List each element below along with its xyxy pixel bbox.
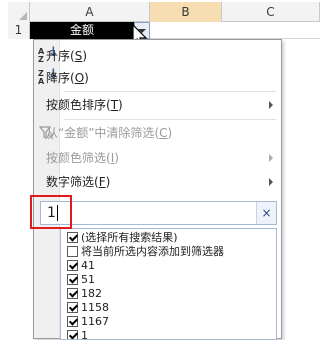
list-item-add-to-filter[interactable]: 将当前所选内容添加到筛选器: [61, 245, 276, 259]
list-item[interactable]: 51: [61, 273, 276, 287]
menu-item-label: 数字筛选(F): [46, 175, 111, 189]
list-item[interactable]: 41: [61, 259, 276, 273]
clear-search-button[interactable]: ×: [256, 202, 276, 224]
checkbox[interactable]: [67, 246, 78, 257]
list-item[interactable]: 1: [61, 329, 276, 339]
row-number[interactable]: 1: [8, 22, 30, 39]
list-item-select-all[interactable]: (选择所有搜索结果): [61, 231, 276, 245]
menu-item-label: 降序(O): [46, 71, 89, 85]
row-1: 1 金额: [8, 22, 320, 39]
checkbox[interactable]: [67, 302, 78, 313]
checkbox[interactable]: [67, 260, 78, 271]
column-header-b[interactable]: B: [150, 2, 222, 22]
checkbox[interactable]: [67, 232, 78, 243]
column-header-row: A B C: [8, 2, 320, 22]
text-caret: [57, 205, 58, 221]
menu-separator: [64, 91, 276, 92]
column-header-c[interactable]: C: [222, 2, 320, 22]
list-item[interactable]: 1167: [61, 315, 276, 329]
cell-a1[interactable]: 金额: [30, 22, 134, 39]
menu-item-sort-ascending[interactable]: A Z ↓ 升序(S): [34, 45, 281, 67]
filter-values-list: (选择所有搜索结果) 将当前所选内容添加到筛选器 41 51 182 1158 …: [60, 228, 277, 340]
checkbox[interactable]: [67, 316, 78, 327]
menu-item-label: 升序(S): [46, 49, 88, 63]
menu-item-number-filters[interactable]: 数字筛选(F): [34, 171, 281, 193]
column-header-a[interactable]: A: [30, 2, 150, 22]
submenu-arrow-icon: [269, 101, 273, 109]
list-item[interactable]: 182: [61, 287, 276, 301]
autofilter-menu: A Z ↓ 升序(S) Z A ↓ 降序(O) 按颜色排序(T) 从“金额”中清除筛选(…: [33, 39, 282, 340]
search-box[interactable]: 1 ×: [40, 201, 277, 225]
menu-item-label: 从“金额”中清除筛选(C): [46, 126, 173, 140]
checkbox[interactable]: [67, 274, 78, 285]
menu-item-clear-filter[interactable]: 从“金额”中清除筛选(C): [34, 122, 281, 144]
submenu-arrow-icon: [269, 154, 273, 162]
menu-item-label: 按颜色排序(T): [46, 98, 123, 112]
menu-separator: [64, 119, 276, 120]
menu-item-sort-descending[interactable]: Z A ↓ 降序(O): [34, 67, 281, 89]
search-input[interactable]: 1: [47, 205, 56, 221]
menu-item-label: 按颜色筛选(I): [46, 151, 119, 165]
submenu-arrow-icon: [269, 178, 273, 186]
list-item[interactable]: 1158: [61, 301, 276, 315]
select-all-corner[interactable]: [8, 2, 30, 22]
menu-item-sort-by-color[interactable]: 按颜色排序(T): [34, 94, 281, 116]
menu-item-filter-by-color[interactable]: 按颜色筛选(I): [34, 147, 281, 169]
checkbox[interactable]: [67, 288, 78, 299]
